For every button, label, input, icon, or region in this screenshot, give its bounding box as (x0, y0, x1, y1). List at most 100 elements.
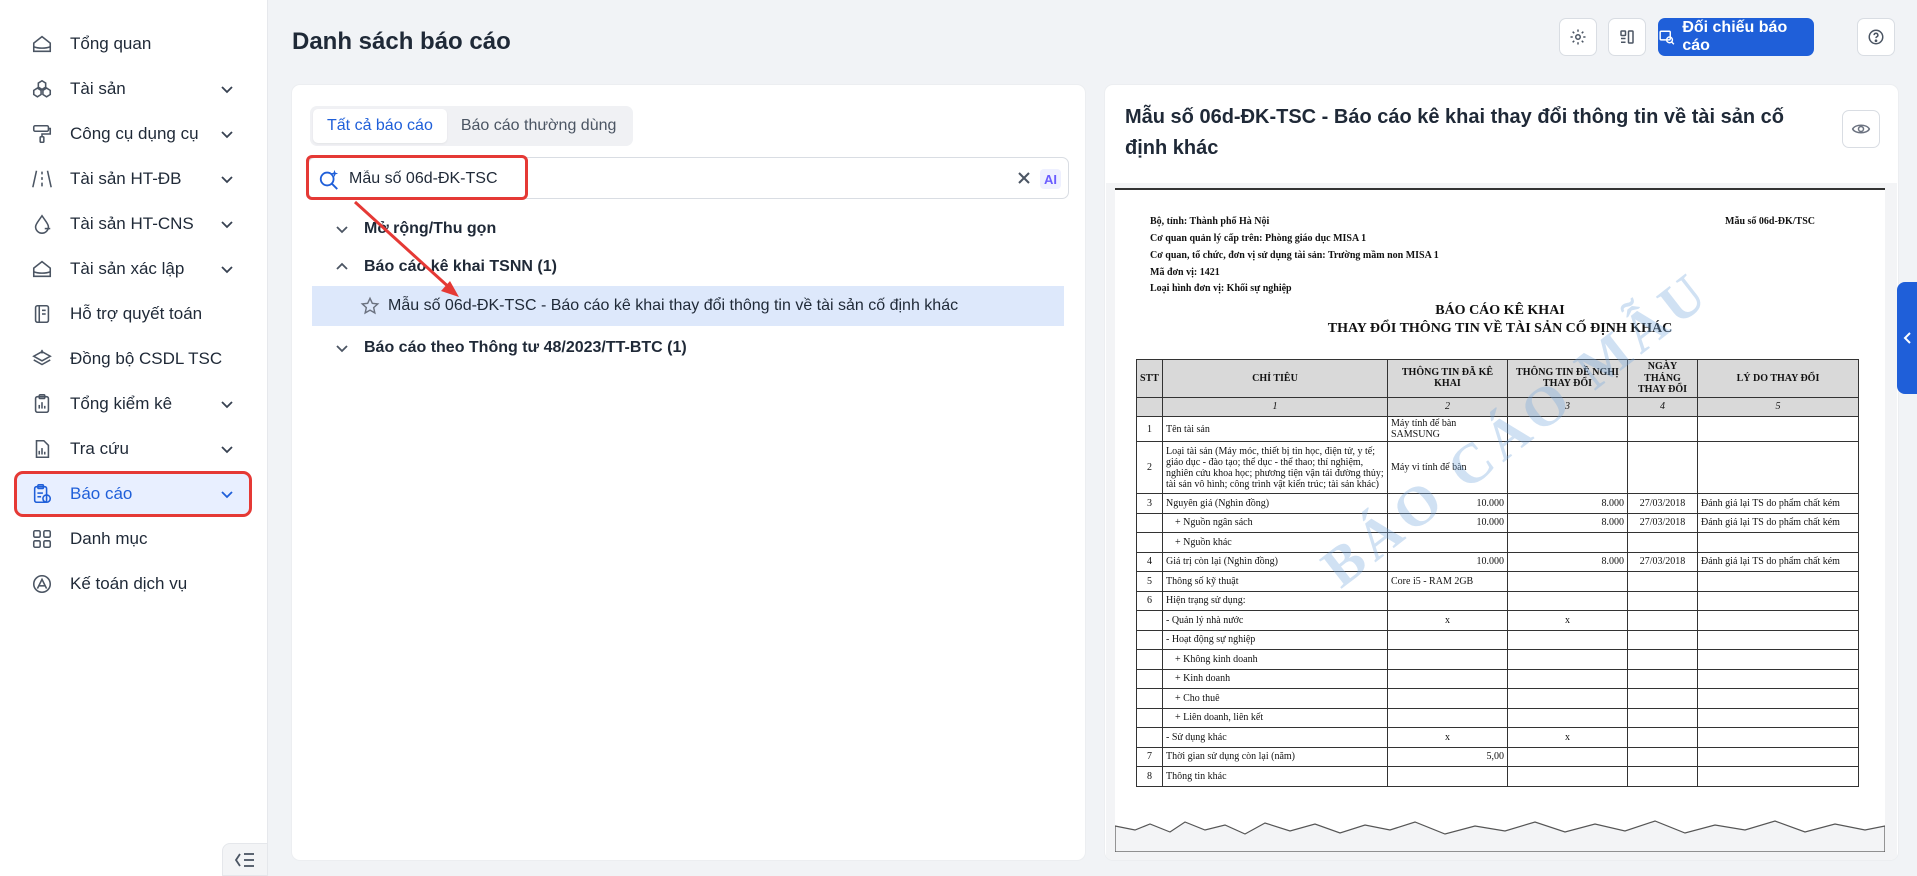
table-cell: 8.000 (1507, 493, 1628, 514)
sidebar-item-2[interactable]: Công cụ dụng cụ (17, 114, 249, 154)
sidebar-item-9[interactable]: Tra cứu (17, 429, 249, 469)
table-cell: Đánh giá lại TS do phẩm chất kém (1697, 551, 1859, 572)
paint-roller-icon (31, 123, 53, 145)
report-table: STT CHỈ TIÊU THÔNG TIN ĐÃ KÊ KHAI THÔNG TIN… (1136, 359, 1859, 787)
sidebar-item-6[interactable]: Hỗ trợ quyết toán (17, 294, 249, 334)
table-cell: 8 (1136, 766, 1163, 787)
table-cell (1507, 441, 1628, 494)
table-cell: 5 (1136, 571, 1163, 592)
table-cell: - Sử dụng khác (1162, 727, 1388, 748)
collapse-sidebar-icon (234, 852, 254, 867)
table-cell: x (1387, 610, 1508, 631)
layers-sync-icon (31, 348, 53, 370)
help-button[interactable] (1857, 18, 1895, 56)
table-cell (1697, 707, 1859, 728)
chevron-down-icon (221, 131, 233, 139)
grid-icon (31, 528, 53, 550)
table-cell (1387, 707, 1508, 728)
table-cell: - Hoạt động sự nghiệp (1162, 629, 1388, 650)
tree-item-06d-dk-tsc[interactable]: Mẫu số 06d-ĐK-TSC - Báo cáo kê khai thay… (312, 286, 1064, 326)
table-cell (1507, 649, 1628, 670)
table-cell (1697, 668, 1859, 689)
tree-group-tsnn-label: Báo cáo kê khai TSNN (1) (364, 258, 557, 275)
table-row: 5 Thông số kỹ thuật Core i5 - RAM 2GB (1136, 571, 1859, 592)
table-cell (1136, 610, 1163, 631)
table-cell (1627, 441, 1698, 494)
chevron-down-icon (221, 176, 233, 184)
table-cell (1697, 727, 1859, 748)
table-cell: 8.000 (1507, 551, 1628, 572)
table-cell: 6 (1136, 590, 1163, 611)
sidebar-item-label: Tài sản (70, 79, 126, 98)
expand-collapse-toggle[interactable]: Mở rộng/Thu gọn (334, 220, 496, 238)
ai-search-badge[interactable]: AI (1040, 169, 1061, 189)
table-row: 4 Giá trị còn lại (Nghìn đồng) 10.000 8.000… (1136, 551, 1859, 572)
tab-all-reports[interactable]: Tất cả báo cáo (313, 109, 447, 143)
table-row: + Kinh doanh (1136, 668, 1859, 689)
sidebar-item-7[interactable]: Đồng bộ CSDL TSC (17, 339, 249, 379)
table-cell (1697, 610, 1859, 631)
doc-subtitle: THAY ĐỔI THÔNG TIN VỀ TÀI SẢN CỐ ĐỊNH KH… (1327, 321, 1673, 336)
collapse-sidebar-button[interactable] (222, 843, 268, 876)
sidebar-item-12[interactable]: Kế toán dịch vụ (17, 564, 249, 604)
table-cell: x (1507, 610, 1628, 631)
table-cell: 1 (1136, 416, 1163, 442)
table-cell (1507, 746, 1628, 767)
sidebar-item-0[interactable]: Tổng quan (17, 24, 249, 64)
sidebar-item-label: Đồng bộ CSDL TSC (70, 349, 223, 368)
table-cell: + Nguồn khác (1162, 532, 1388, 553)
tree-group-tt48-label: Báo cáo theo Thông tư 48/2023/TT-BTC (1) (364, 339, 687, 356)
road-icon (31, 168, 53, 190)
accounting-service-icon (31, 573, 53, 595)
table-row: - Sử dụng khác x x (1136, 727, 1859, 748)
table-cell: 4 (1627, 396, 1698, 417)
table-cell: 10.000 (1387, 493, 1508, 514)
table-cell: Thông tin khác (1162, 766, 1388, 787)
preview-view-button[interactable] (1842, 110, 1880, 148)
sidebar-item-label: Tài sản HT-CNS (70, 214, 194, 233)
tree-group-tt48[interactable]: Báo cáo theo Thông tư 48/2023/TT-BTC (1) (334, 339, 687, 357)
table-cell: 8.000 (1507, 512, 1628, 533)
table-cell: 27/03/2018 (1627, 551, 1698, 572)
settings-button[interactable] (1559, 18, 1597, 56)
table-cell (1697, 532, 1859, 553)
star-icon[interactable] (360, 296, 380, 321)
clear-search-icon[interactable] (1016, 170, 1032, 191)
layout-toggle-button[interactable] (1608, 18, 1646, 56)
table-cell (1507, 629, 1628, 650)
table-cell (1507, 668, 1628, 689)
table-cell (1627, 746, 1698, 767)
table-cell: Đánh giá lại TS do phẩm chất kém (1697, 512, 1859, 533)
table-cell: Máy tính để bàn SAMSUNG (1387, 416, 1508, 442)
sidebar-item-8[interactable]: Tổng kiểm kê (17, 384, 249, 424)
table-cell (1136, 512, 1163, 533)
sidebar-item-1[interactable]: Tài sản (17, 69, 249, 109)
table-cell: 5,00 (1387, 746, 1508, 767)
table-cell: 1 (1162, 396, 1388, 417)
sidebar-item-4[interactable]: Tài sản HT-CNS (17, 204, 249, 244)
sidebar-item-10[interactable]: Báo cáo (14, 471, 252, 517)
sidebar-item-3[interactable]: Tài sản HT-ĐB (17, 159, 249, 199)
search-input[interactable] (349, 167, 889, 191)
preview-title: Mẫu số 06d-ĐK-TSC - Báo cáo kê khai thay… (1125, 106, 1784, 159)
gear-icon (1570, 29, 1586, 45)
side-expand-tab[interactable] (1897, 282, 1917, 394)
table-cell (1627, 649, 1698, 670)
tree-group-tsnn[interactable]: Báo cáo kê khai TSNN (1) (334, 258, 557, 276)
table-cell (1627, 532, 1698, 553)
table-row: 1 Tên tài sản Máy tính để bàn SAMSUNG (1136, 416, 1859, 442)
compare-icon (1659, 30, 1675, 45)
table-cell (1507, 707, 1628, 728)
report-preview-panel: Mẫu số 06d-ĐK-TSC - Báo cáo kê khai thay… (1105, 85, 1898, 860)
table-cell (1136, 649, 1163, 670)
sidebar-item-label: Tổng quan (70, 34, 152, 53)
table-cell (1387, 649, 1508, 670)
table-cell: - Quản lý nhà nước (1162, 610, 1388, 631)
tab-frequent-reports[interactable]: Báo cáo thường dùng (447, 109, 631, 143)
sidebar-item-5[interactable]: Tài sản xác lập (17, 249, 249, 289)
table-row: 6 Hiện trạng sử dụng: (1136, 590, 1859, 611)
table-cell (1507, 571, 1628, 592)
sidebar-item-11[interactable]: Danh mục (17, 519, 249, 559)
compare-reports-button[interactable]: Đối chiếu báo cáo (1658, 18, 1814, 56)
table-column-header: NGÀY THÁNG THAY ĐỔI (1627, 359, 1698, 398)
